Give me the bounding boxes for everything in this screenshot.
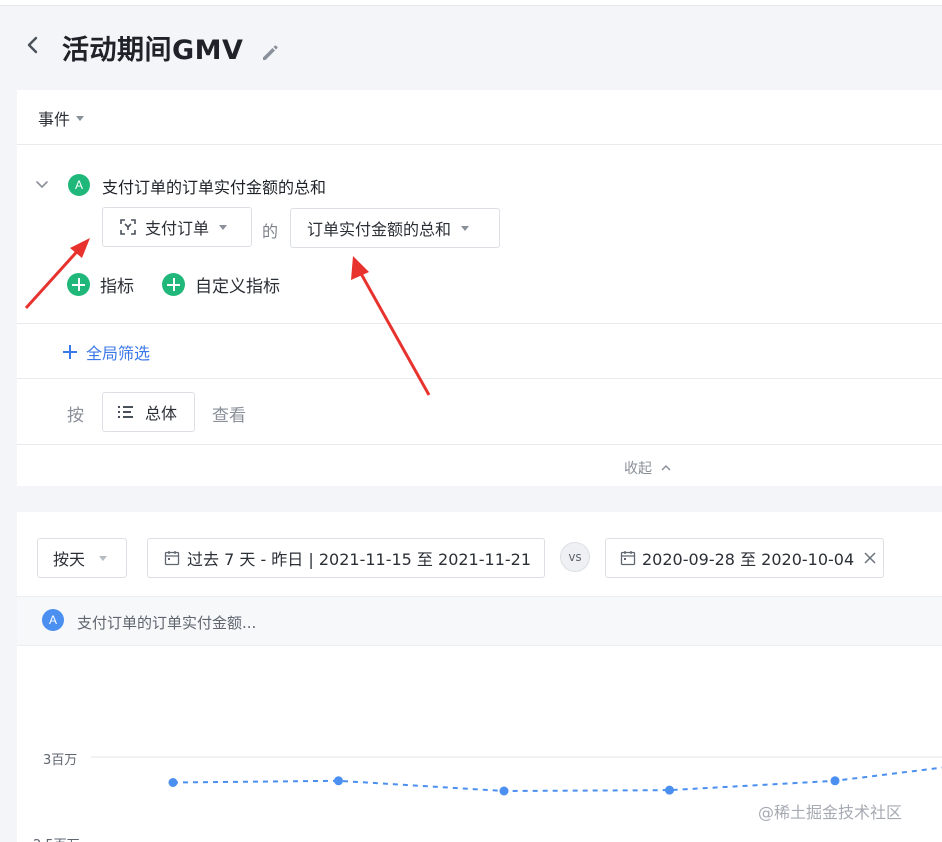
metric-badge: A [68, 174, 90, 196]
connector-text: 的 [262, 222, 279, 241]
annotation-arrow-left [24, 238, 90, 310]
plus-circle-icon [162, 273, 185, 296]
chart-legend: A 支付订单的订单实付金额... [17, 596, 942, 646]
list-icon [118, 406, 133, 418]
vs-badge: vs [560, 542, 590, 572]
event-select[interactable]: 支付订单 [102, 207, 252, 247]
page-title: 活动期间GMV [62, 35, 244, 66]
plus-icon [63, 345, 77, 359]
chevron-up-icon [661, 464, 671, 471]
metric-title: 支付订单的订单实付金额的总和 [102, 178, 327, 197]
event-scan-icon [120, 219, 136, 235]
global-filter-button[interactable]: 全局筛选 [62, 340, 150, 364]
page-header: 活动期间GMV [0, 6, 942, 90]
caret-down-icon [461, 225, 470, 231]
data-point[interactable] [334, 776, 343, 786]
property-select-value: 订单实付金额的总和 [307, 220, 452, 239]
divider [17, 323, 942, 324]
group-by-suffix: 查看 [212, 406, 246, 426]
data-point[interactable] [830, 776, 840, 786]
chevron-down-icon[interactable] [35, 178, 49, 192]
group-by-value: 总体 [145, 404, 178, 423]
compare-range-picker[interactable]: 2020-09-28 至 2020-10-04 [605, 538, 884, 578]
legend-badge: A [42, 609, 64, 631]
caret-down-icon [76, 115, 85, 121]
metric-config-panel: 事件 A 支付订单的订单实付金额的总和 支付订单 的 订单实付金额的总和 指标 … [17, 90, 942, 486]
collapse-label: 收起 [624, 461, 652, 477]
group-by-prefix: 按 [67, 406, 84, 426]
compare-range-value: 2020-09-28 至 2020-10-04 [642, 550, 855, 569]
global-filter-label: 全局筛选 [86, 344, 151, 363]
date-range-value: 过去 7 天 - 昨日 | 2021-11-15 至 2021-11-21 [187, 550, 532, 569]
granularity-select[interactable]: 按天 [37, 538, 127, 578]
event-select-value: 支付订单 [145, 219, 210, 238]
date-range-picker[interactable]: 过去 7 天 - 昨日 | 2021-11-15 至 2021-11-21 [147, 538, 545, 578]
legend-item[interactable]: 支付订单的订单实付金额... [77, 612, 256, 633]
add-metric-label: 指标 [100, 277, 134, 297]
divider [17, 444, 942, 445]
event-type-label: 事件 [38, 110, 71, 129]
add-custom-metric-label: 自定义指标 [195, 277, 280, 297]
calendar-icon [164, 551, 180, 566]
data-point[interactable] [168, 778, 178, 787]
close-icon[interactable] [863, 551, 877, 565]
collapse-button[interactable]: 收起 [624, 458, 672, 478]
add-custom-metric-button[interactable]: 自定义指标 [162, 272, 280, 297]
data-point[interactable] [665, 785, 674, 795]
watermark-text: @稀土掘金技术社区 [758, 803, 903, 822]
data-point[interactable] [499, 786, 509, 796]
event-type-dropdown[interactable]: 事件 [38, 106, 85, 130]
analysis-panel: 按天 过去 7 天 - 昨日 | 2021-11-15 至 2021-11-21… [17, 512, 942, 842]
property-select[interactable]: 订单实付金额的总和 [290, 208, 500, 248]
line-chart [91, 756, 942, 796]
granularity-value: 按天 [53, 550, 86, 569]
series-line [172, 766, 942, 793]
back-arrow-icon[interactable] [22, 34, 44, 56]
caret-down-icon [219, 224, 228, 230]
calendar-icon [620, 551, 636, 566]
divider [17, 378, 942, 379]
group-by-select[interactable]: 总体 [102, 392, 195, 432]
divider [17, 144, 942, 145]
pencil-icon[interactable] [260, 42, 280, 62]
caret-down-icon [99, 555, 108, 561]
annotation-arrow-right [351, 256, 431, 396]
